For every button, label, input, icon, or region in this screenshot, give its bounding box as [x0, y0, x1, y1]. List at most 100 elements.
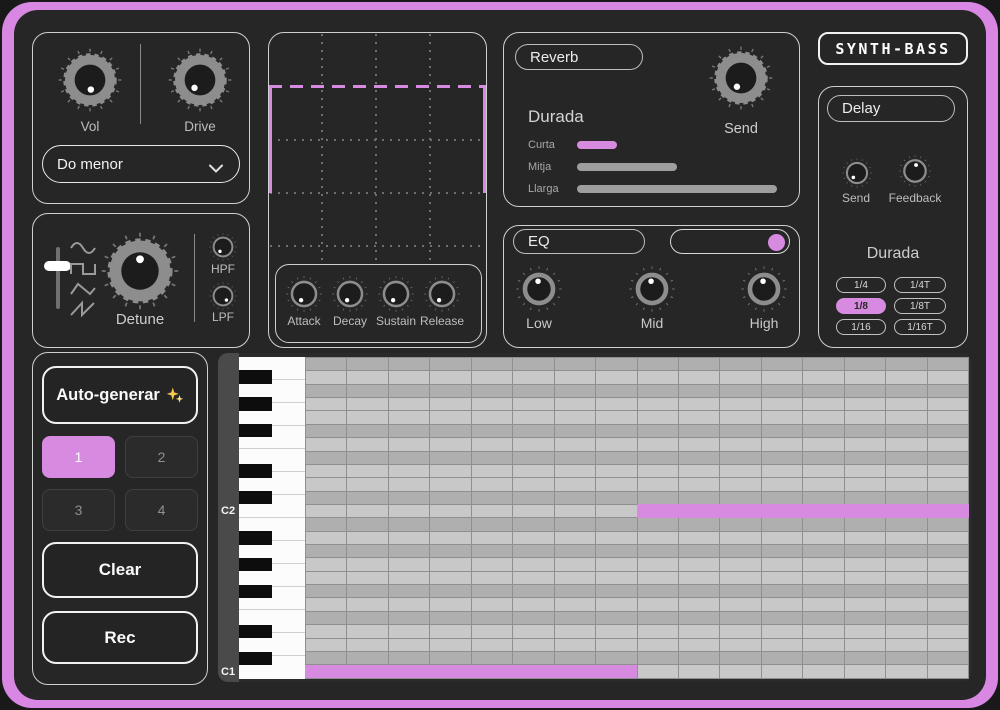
pattern-button-1[interactable]: 1 — [42, 436, 115, 478]
grid-cell[interactable] — [844, 371, 885, 383]
grid-cell[interactable] — [719, 438, 760, 450]
grid-cell[interactable] — [306, 625, 346, 637]
grid-cell[interactable] — [802, 665, 843, 677]
grid-cell[interactable] — [637, 625, 678, 637]
grid-cell[interactable] — [719, 398, 760, 410]
grid-cell[interactable] — [719, 612, 760, 624]
grid-cell[interactable] — [512, 598, 553, 610]
grid-cell[interactable] — [927, 358, 968, 370]
grid-cell[interactable] — [595, 492, 636, 504]
grid-cell[interactable] — [678, 452, 719, 464]
grid-cell[interactable] — [306, 652, 346, 664]
grid-cell[interactable] — [471, 385, 512, 397]
grid-cell[interactable] — [637, 572, 678, 584]
grid-cell[interactable] — [595, 558, 636, 570]
grid-cell[interactable] — [637, 492, 678, 504]
grid-cell[interactable] — [512, 545, 553, 557]
delay-division-button-1-8T[interactable]: 1/8T — [894, 298, 946, 314]
grid-cell[interactable] — [429, 518, 470, 530]
black-key[interactable] — [239, 397, 272, 410]
grid-cell[interactable] — [595, 385, 636, 397]
grid-cell[interactable] — [595, 585, 636, 597]
grid-cell[interactable] — [595, 598, 636, 610]
grid-cell[interactable] — [471, 518, 512, 530]
eq-mid-knob[interactable] — [629, 266, 675, 312]
grid-cell[interactable] — [761, 411, 802, 423]
grid-cell[interactable] — [719, 465, 760, 477]
grid-cell[interactable] — [595, 371, 636, 383]
grid-cell[interactable] — [512, 398, 553, 410]
grid-cell[interactable] — [802, 478, 843, 490]
grid-cell[interactable] — [844, 411, 885, 423]
black-key[interactable] — [239, 625, 272, 638]
grid-cell[interactable] — [927, 639, 968, 651]
attack-knob[interactable] — [286, 276, 322, 312]
grid-cell[interactable] — [306, 398, 346, 410]
delay-division-button-1-16T[interactable]: 1/16T — [894, 319, 946, 335]
grid-cell[interactable] — [802, 518, 843, 530]
grid-cell[interactable] — [761, 652, 802, 664]
grid-cell[interactable] — [885, 652, 926, 664]
grid-cell[interactable] — [595, 532, 636, 544]
grid-cell[interactable] — [761, 518, 802, 530]
grid-cell[interactable] — [678, 371, 719, 383]
grid-cell[interactable] — [429, 411, 470, 423]
envelope-attack-line[interactable] — [269, 85, 272, 193]
grid-cell[interactable] — [637, 532, 678, 544]
grid-cell[interactable] — [927, 411, 968, 423]
grid-cell[interactable] — [388, 425, 429, 437]
grid-cell[interactable] — [388, 572, 429, 584]
grid-cell[interactable] — [512, 465, 553, 477]
black-key[interactable] — [239, 652, 272, 665]
grid-cell[interactable] — [927, 665, 968, 677]
grid-cell[interactable] — [512, 639, 553, 651]
grid-cell[interactable] — [429, 532, 470, 544]
grid-cell[interactable] — [719, 492, 760, 504]
grid-cell[interactable] — [388, 585, 429, 597]
grid-cell[interactable] — [306, 358, 346, 370]
grid-cell[interactable] — [429, 625, 470, 637]
grid-cell[interactable] — [885, 558, 926, 570]
grid-cell[interactable] — [554, 438, 595, 450]
grid-cell[interactable] — [761, 425, 802, 437]
grid-cell[interactable] — [844, 665, 885, 677]
grid-cell[interactable] — [554, 492, 595, 504]
eq-low-knob[interactable] — [516, 266, 562, 312]
grid-cell[interactable] — [885, 465, 926, 477]
grid-cell[interactable] — [885, 598, 926, 610]
grid-cell[interactable] — [802, 452, 843, 464]
grid-cell[interactable] — [761, 398, 802, 410]
grid-cell[interactable] — [429, 505, 470, 517]
grid-cell[interactable] — [719, 532, 760, 544]
grid-cell[interactable] — [885, 398, 926, 410]
grid-cell[interactable] — [885, 532, 926, 544]
grid-cell[interactable] — [429, 425, 470, 437]
grid-cell[interactable] — [885, 385, 926, 397]
envelope-sustain-line[interactable] — [269, 85, 486, 88]
grid-cell[interactable] — [471, 371, 512, 383]
delay-division-button-1-8[interactable]: 1/8 — [836, 298, 886, 314]
grid-cell[interactable] — [637, 598, 678, 610]
grid-cell[interactable] — [471, 505, 512, 517]
grid-cell[interactable] — [678, 665, 719, 677]
grid-cell[interactable] — [637, 385, 678, 397]
grid-cell[interactable] — [346, 505, 387, 517]
grid-cell[interactable] — [802, 625, 843, 637]
grid-cell[interactable] — [512, 411, 553, 423]
reverb-size-bar[interactable] — [577, 141, 617, 149]
grid-cell[interactable] — [927, 545, 968, 557]
grid-cell[interactable] — [429, 438, 470, 450]
grid-cell[interactable] — [512, 612, 553, 624]
grid-cell[interactable] — [554, 652, 595, 664]
grid-cell[interactable] — [471, 425, 512, 437]
grid-cell[interactable] — [927, 385, 968, 397]
grid-cell[interactable] — [637, 438, 678, 450]
grid-cell[interactable] — [554, 452, 595, 464]
grid-cell[interactable] — [927, 572, 968, 584]
grid-cell[interactable] — [844, 385, 885, 397]
grid-cell[interactable] — [761, 625, 802, 637]
vol-knob[interactable] — [58, 48, 122, 112]
grid-cell[interactable] — [346, 558, 387, 570]
grid-cell[interactable] — [388, 558, 429, 570]
grid-cell[interactable] — [678, 585, 719, 597]
